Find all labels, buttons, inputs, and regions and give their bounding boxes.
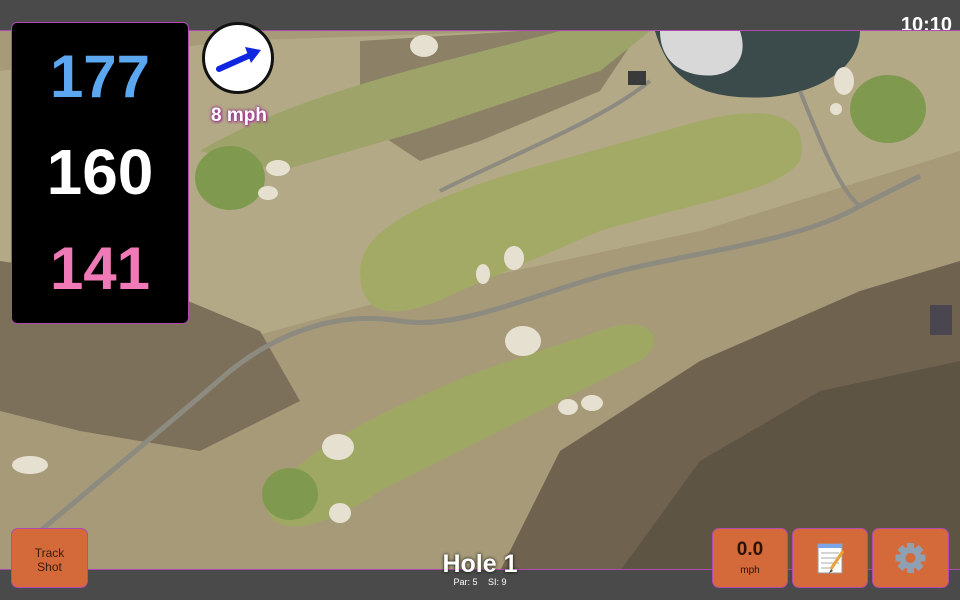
- wind-dial: [202, 22, 274, 94]
- hole-stroke-index: SI: 9: [488, 577, 507, 587]
- distance-panel: 177 160 141: [11, 22, 189, 324]
- track-shot-button[interactable]: Track Shot: [11, 528, 88, 588]
- middle-distance: 160: [46, 136, 154, 208]
- speed-button[interactable]: 0.0 mph: [712, 528, 788, 588]
- hole-title: Hole 1: [442, 550, 518, 578]
- hole-info: Par: 5 SI: 9: [380, 577, 580, 587]
- wind-arrow-icon: [216, 47, 261, 72]
- settings-button[interactable]: [872, 528, 949, 588]
- track-shot-label-line2: Shot: [37, 560, 62, 574]
- wind-speed: 8 mph: [211, 105, 267, 126]
- back-distance: 177: [49, 43, 151, 110]
- track-shot-label-line1: Track: [34, 546, 65, 560]
- notepad-icon: [817, 543, 845, 574]
- front-distance: 141: [49, 235, 151, 302]
- hole-par: Par: 5: [453, 577, 478, 587]
- speed-value: 0.0: [736, 539, 764, 560]
- gear-icon: [895, 543, 926, 573]
- speed-unit: mph: [740, 565, 760, 576]
- notes-button[interactable]: [792, 528, 868, 588]
